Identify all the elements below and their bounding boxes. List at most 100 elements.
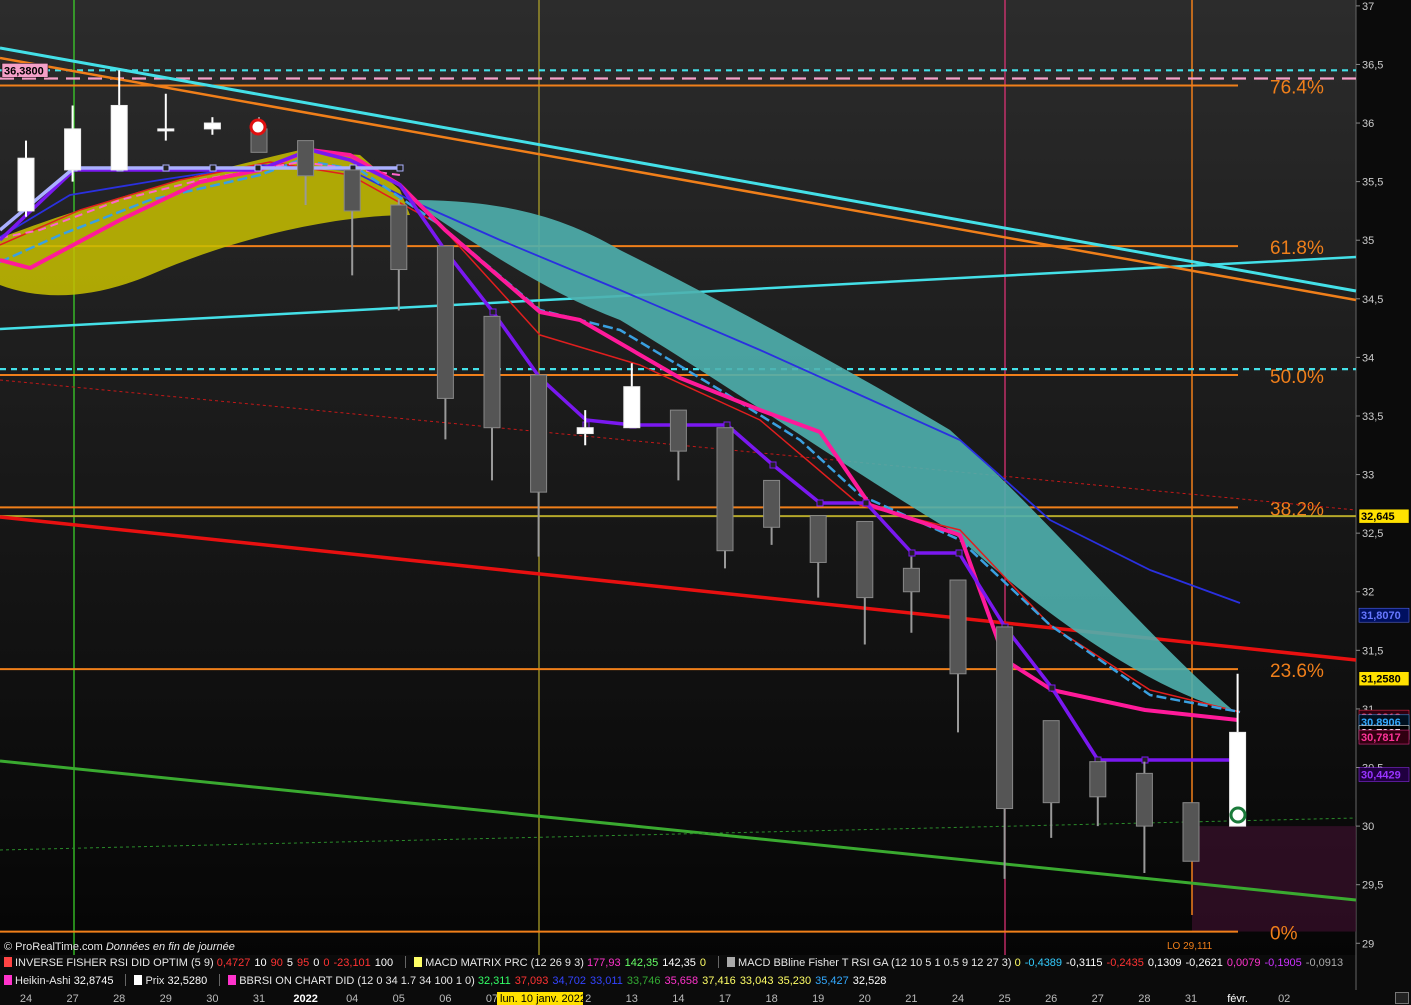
target-zone (1192, 826, 1356, 932)
candle-body (996, 626, 1014, 810)
x-tick-label: 30 (206, 993, 218, 1005)
x-tick-label: 02 (1278, 993, 1290, 1005)
x-tick-label: 17 (719, 993, 731, 1005)
ma-purple-node (769, 461, 777, 469)
fib-label: 38.2% (1270, 499, 1324, 520)
candle-body (809, 515, 827, 563)
settings-button[interactable] (1395, 992, 1409, 1004)
candle-body (1135, 772, 1153, 827)
y-tick-label: 34,5 (1362, 294, 1383, 306)
x-tick-label: 05 (393, 993, 405, 1005)
x-tick-label: 26 (1045, 993, 1057, 1005)
candle-body (17, 157, 35, 212)
indicator-item[interactable]: INVERSE FISHER RSI DID OPTIM (5 9) 0,472… (0, 955, 397, 972)
price-tag: 32,645 (1358, 508, 1410, 524)
signal-marker-green (1229, 806, 1247, 824)
ma-purple-node (955, 549, 963, 557)
candle-body (949, 579, 967, 675)
x-tick-label: 27 (66, 993, 78, 1005)
candle (716, 427, 734, 569)
y-tick-label: 32 (1362, 587, 1374, 599)
price-tag-label: 31,2580 (1361, 674, 1401, 686)
indicator-item[interactable]: BBRSI ON CHART DID (12 0 34 1.7 34 100 1… (224, 973, 890, 990)
y-tick-label: 31,5 (1362, 645, 1383, 657)
indicator-swatch-icon (228, 975, 237, 985)
ma-purple-node (1048, 684, 1056, 692)
y-tick-label: 36 (1362, 118, 1374, 130)
indicator-value: 32,528 (852, 975, 887, 987)
indicator-value: 32,311 (477, 975, 511, 987)
indicator-value: 37,093 (514, 975, 549, 987)
price-tag: 31,2580 (1358, 671, 1410, 686)
x-tick-label: 28 (113, 993, 125, 1005)
x-tick-label: 27 (1092, 993, 1104, 1005)
candle-body (902, 567, 920, 593)
x-tick-label: 31 (1185, 993, 1197, 1005)
x-tick-label: 29 (160, 993, 172, 1005)
indicator-item[interactable]: MACD MATRIX PRC (12 26 9 3) 177,93 142,35… (410, 955, 710, 972)
candle-body (623, 386, 641, 429)
date-marker-label: lun. 10 janv. 2022 (500, 993, 586, 1005)
indicator-value: 142,35 (662, 957, 696, 969)
indicator-value: 0,1309 (1147, 957, 1182, 969)
indicator-value: -0,2621 (1185, 957, 1223, 969)
candle-body (110, 104, 128, 171)
x-tick-label: 24 (952, 993, 964, 1005)
y-tick-label: 35 (1362, 235, 1374, 247)
y-tick-label: 33 (1362, 470, 1374, 482)
candle-body (576, 427, 594, 435)
y-tick-label: 34 (1362, 352, 1374, 364)
candle-body (1182, 802, 1200, 862)
indicator-item[interactable]: Prix 32,5280 (130, 973, 211, 990)
indicator-value: -0,0913 (1305, 957, 1344, 969)
price-tag: 31,8070 (1358, 607, 1410, 623)
x-tick-label: 25 (998, 993, 1010, 1005)
indicator-value: 0 (313, 957, 320, 969)
fib-label: 76.4% (1270, 78, 1324, 99)
indicator-value: 0 (1014, 957, 1021, 969)
ma-lavender-node (254, 164, 262, 172)
indicator-value: 0,4727 (216, 957, 251, 969)
x-tick-label: 04 (346, 993, 358, 1005)
indicator-name: Prix (145, 975, 168, 987)
indicator-value: 32,5280 (167, 975, 208, 987)
indicator-value: -23,101 (333, 957, 371, 969)
indicator-item[interactable]: MACD BBline Fisher T RSI GA (12 10 5 1 0… (723, 955, 1347, 972)
price-chart[interactable]: 76.4%61.8%50.0%38.2%23.6%0%3736,53635,53… (0, 0, 1411, 1005)
candle-body (1089, 761, 1107, 798)
indicator-swatch-icon (4, 957, 12, 967)
candle-body (297, 140, 315, 177)
candle-body (390, 204, 408, 271)
y-axis-background (1356, 0, 1411, 1005)
ma-lavender-node (396, 164, 404, 172)
x-tick-label: 28 (1138, 993, 1150, 1005)
y-tick-label: 35,5 (1362, 177, 1383, 189)
indicator-value: -0,1905 (1264, 957, 1302, 969)
ma-purple-node (862, 499, 870, 507)
candle (1182, 802, 1200, 862)
y-tick-label: 36,5 (1362, 59, 1383, 71)
x-tick-label: 07 (486, 993, 498, 1005)
candle-body (483, 315, 501, 429)
indicator-name: MACD MATRIX PRC (12 26 9 3) (425, 957, 587, 969)
signal-marker-red (249, 118, 267, 136)
credit-site: © ProRealTime.com (4, 941, 103, 953)
low-label: LO 29,111 (1167, 941, 1213, 952)
indicator-bar-2: Heikin-Ashi 32,8745 Prix 32,5280 BBRSI ON … (0, 973, 1356, 990)
indicator-value: 34,702 (552, 975, 587, 987)
date-marker: lun. 10 janv. 2022 (497, 992, 586, 1005)
credit-note: Données en fin de journée (105, 941, 235, 953)
indicator-value: 32,8745 (73, 975, 114, 987)
indicator-value: 10 (254, 957, 267, 969)
x-tick-label: 20 (859, 993, 871, 1005)
fib-label: 0% (1270, 924, 1298, 945)
indicator-value: 0 (699, 957, 707, 969)
indicator-value: 33,746 (626, 975, 661, 987)
indicator-item[interactable]: Heikin-Ashi 32,8745 (0, 973, 117, 990)
indicator-name: BBRSI ON CHART DID (12 0 34 1.7 34 100 1… (239, 975, 478, 987)
candle-body (716, 427, 734, 552)
price-tag: 30,7817 (1358, 729, 1410, 745)
indicator-value: -0,4389 (1024, 957, 1063, 969)
x-tick-label: 24 (20, 993, 32, 1005)
indicator-value: 35,658 (664, 975, 699, 987)
